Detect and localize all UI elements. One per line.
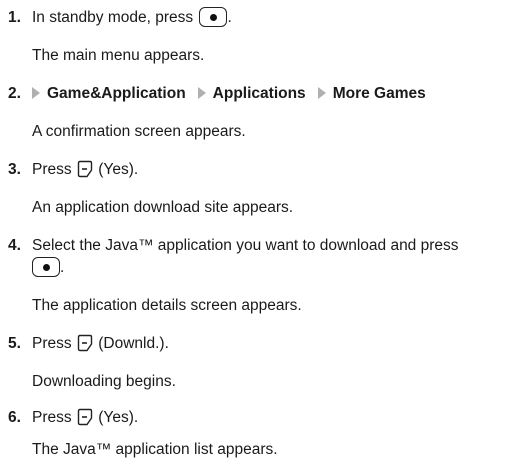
menu-item-more-games: More Games [332,85,426,102]
left-soft-key-icon [77,334,93,352]
step-text-end: . [227,9,232,27]
step-text-end: . [60,259,65,277]
left-soft-key-icon [77,408,93,426]
step-6-result: The Java™ application list appears. [32,441,278,458]
right-triangle-arrow-icon [32,86,40,99]
step-text-end: (Yes). [98,409,139,426]
step-text: In standby mode, press [32,9,194,27]
step-text: Press [32,409,72,426]
step-number: 3. [8,161,21,178]
center-select-key-icon [199,7,228,27]
step-number: 5. [8,335,21,352]
step-4-result: The application details screen appears. [32,297,302,314]
step-number: 1. [8,9,21,26]
step-text: Press [32,161,72,178]
center-select-key-icon [32,257,60,277]
menu-item-applications: Applications [212,85,306,102]
step-3-result: An application download site appears. [32,199,294,216]
right-triangle-arrow-icon [317,86,326,99]
step-text-end: (Downld.). [98,335,169,352]
step-2-result: A confirmation screen appears. [32,123,246,140]
menu-path: Game&Application Applications More Games [32,84,426,104]
step-text: Select the Java™ application you want to… [32,237,459,254]
step-number: 4. [8,237,21,254]
step-text: Press [32,335,72,352]
step-1-result: The main menu appears. [32,47,205,64]
step-number: 2. [8,85,21,102]
step-text-end: (Yes). [98,161,139,178]
right-triangle-arrow-icon [197,86,206,99]
left-soft-key-icon [77,160,93,178]
menu-item-game-application: Game&Application [47,85,186,102]
step-5-result: Downloading begins. [32,373,176,390]
step-number: 6. [8,409,21,426]
